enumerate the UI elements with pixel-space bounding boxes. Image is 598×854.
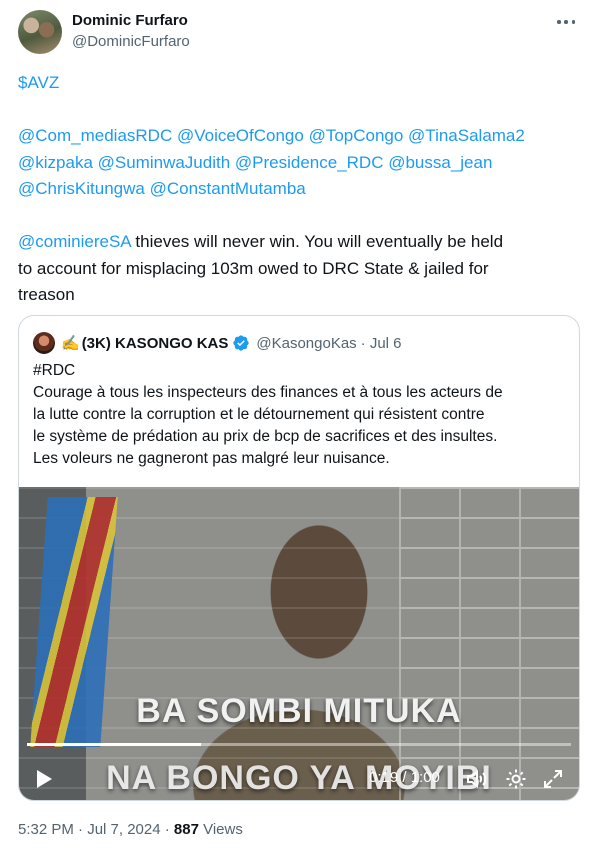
author-handle[interactable]: @DominicFurfaro — [72, 33, 190, 50]
quoted-line-1: Courage à tous les inspecteurs des finan… — [33, 384, 503, 401]
quoted-header: ✍️ (3K) KASONGO KAS @KasongoKas · Jul 6 — [33, 332, 402, 354]
settings-gear-icon[interactable] — [504, 767, 528, 791]
mention-link[interactable]: @cominiereSA — [18, 232, 131, 251]
views-label: Views — [198, 821, 243, 838]
video-progress-fill — [27, 743, 202, 746]
verified-badge-icon — [233, 335, 250, 351]
quoted-text: #RDC Courage à tous les inspecteurs des … — [33, 360, 567, 470]
video-progress-bar[interactable] — [27, 743, 571, 746]
tweet-sentence-1: thieves will never win. You will eventua… — [130, 232, 504, 251]
cashtag-link[interactable]: $AVZ — [18, 73, 59, 92]
tweet-sentence-2: to account for misplacing 103m owed to D… — [18, 258, 489, 278]
fullscreen-icon[interactable] — [541, 767, 565, 791]
mentions-line-3[interactable]: @ChrisKitungwa @ConstantMutamba — [18, 179, 306, 198]
quoted-date[interactable]: · Jul 6 — [361, 335, 402, 352]
volume-icon[interactable] — [464, 767, 488, 791]
quoted-line-4: Les voleurs ne gagneront pas malgré leur… — [33, 450, 390, 467]
quoted-avatar[interactable] — [33, 332, 55, 354]
video-player[interactable]: BA SOMBI MITUKA NA BONGO YA MOYIBI 0:19 … — [19, 487, 579, 800]
views-count: 887 — [173, 821, 199, 838]
brick-wall-image — [399, 487, 579, 800]
quoted-tweet[interactable]: ✍️ (3K) KASONGO KAS @KasongoKas · Jul 6 … — [18, 315, 580, 801]
tweet-header: Dominic Furfaro @DominicFurfaro — [18, 10, 580, 54]
tweet-text: $AVZ @Com_mediasRDC @VoiceOfCongo @TopCo… — [18, 70, 580, 309]
quoted-line-2: la lutte contre la corruption et le déto… — [33, 406, 485, 423]
author-avatar[interactable] — [18, 10, 62, 54]
tweet-meta: 5:32 PM · Jul 7, 2024 · 887 Views — [18, 821, 243, 838]
mentions-line-1[interactable]: @Com_mediasRDC @VoiceOfCongo @TopCongo @… — [18, 126, 525, 145]
author-name[interactable]: Dominic Furfaro — [72, 12, 188, 29]
video-caption-bottom: NA BONGO YA MOYIBI — [106, 759, 492, 797]
mentions-line-2[interactable]: @kizpaka @SuminwaJudith @Presidence_RDC … — [18, 153, 492, 172]
more-options-icon[interactable] — [554, 12, 578, 32]
writing-hand-icon: ✍️ — [61, 335, 80, 352]
quoted-line-3: le système de prédation au prix de bcp d… — [33, 428, 498, 445]
quoted-author-handle[interactable]: @KasongoKas — [256, 335, 356, 352]
video-caption-top: BA SOMBI MITUKA — [136, 692, 462, 730]
quoted-hashtag[interactable]: #RDC — [33, 360, 567, 382]
quoted-author-name[interactable]: (3K) KASONGO KAS — [82, 335, 229, 352]
play-icon[interactable] — [37, 770, 52, 788]
tweet-timestamp[interactable]: 5:32 PM · Jul 7, 2024 · — [18, 821, 174, 838]
video-time: 0:19 / 1:00 — [369, 769, 440, 786]
tweet-sentence-3: treason — [18, 285, 75, 304]
